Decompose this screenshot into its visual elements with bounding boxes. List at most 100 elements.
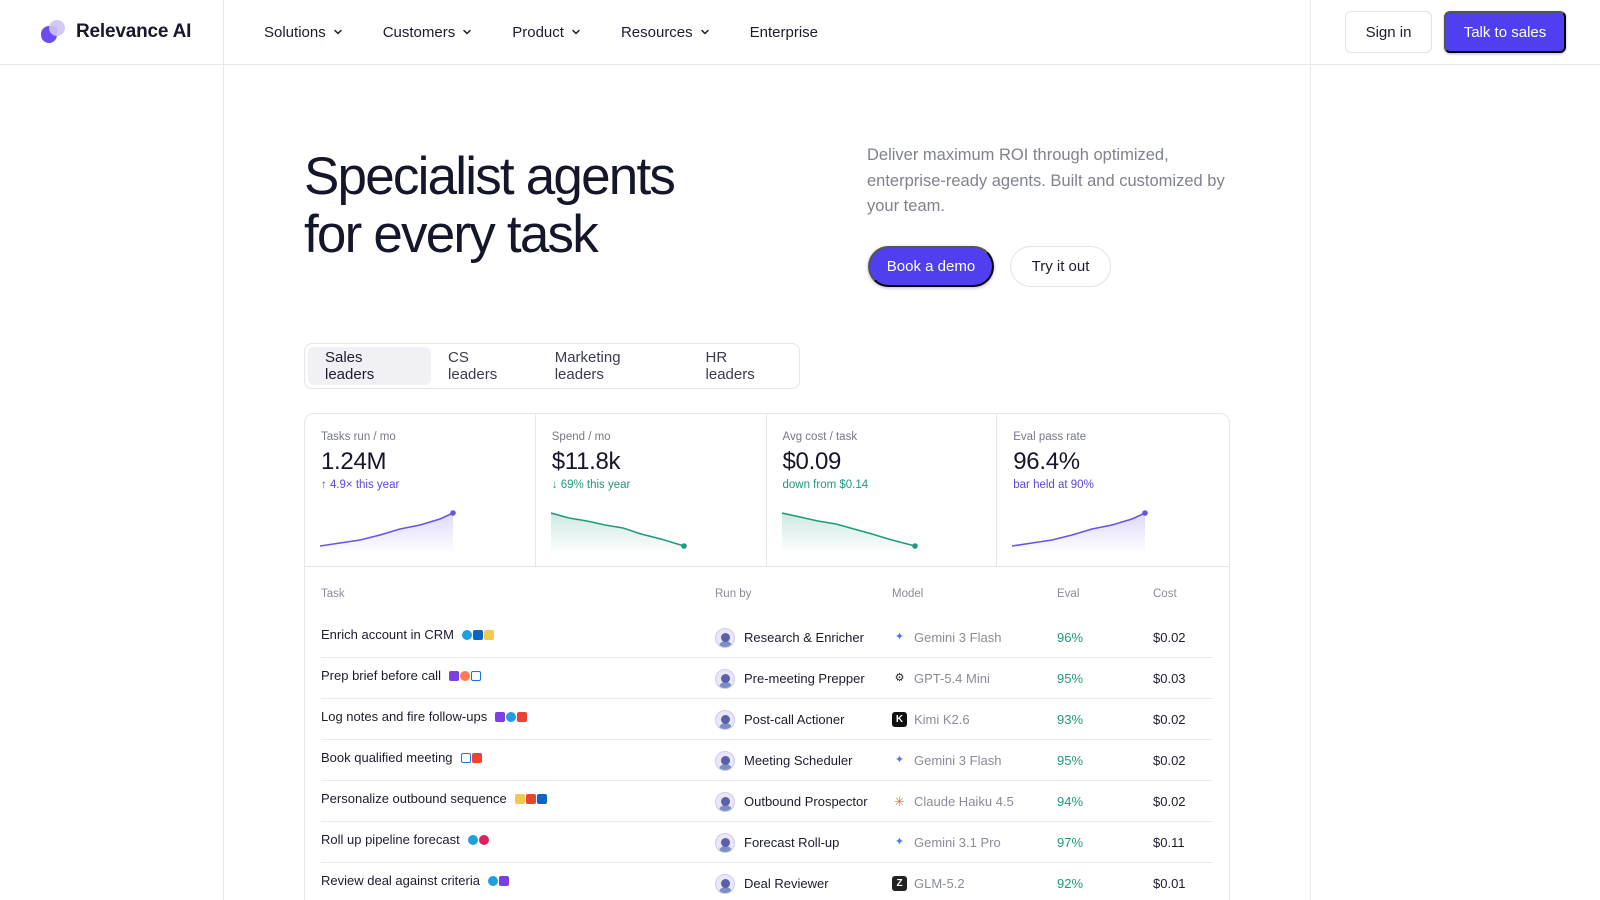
task-cell: Book qualified meeting bbox=[321, 737, 482, 778]
tab-marketing-leaders[interactable]: Marketing leaders bbox=[538, 347, 689, 385]
nav-product[interactable]: Product bbox=[512, 24, 581, 41]
salesforce-icon bbox=[506, 711, 517, 722]
agent-name: Research & Enricher bbox=[744, 630, 864, 645]
task-cell: Enrich account in CRM bbox=[321, 614, 494, 655]
table-row[interactable]: Prep brief before call Pre-meeting Prepp… bbox=[321, 658, 1213, 699]
table-row[interactable]: Review deal against criteria Deal Review… bbox=[321, 863, 1213, 900]
task-cost: $0.03 bbox=[1153, 671, 1186, 686]
metric-eval-pass-rate: Eval pass rate 96.4% bar held at 90% bbox=[997, 414, 1229, 567]
persona-tabs: Sales leaders CS leaders Marketing leade… bbox=[304, 343, 800, 389]
model-cell: ✦ Gemini 3.1 Pro bbox=[892, 822, 1001, 863]
task-cost: $0.02 bbox=[1153, 753, 1186, 768]
agents-dashboard-card: Tasks run / mo 1.24M ↑ 4.9× this year Sp… bbox=[304, 413, 1230, 900]
brand-logo[interactable]: Relevance AI bbox=[41, 19, 191, 45]
metric-delta: down from $0.14 bbox=[782, 479, 869, 491]
frame-line-left bbox=[223, 0, 224, 900]
task-cost: $0.02 bbox=[1153, 712, 1186, 727]
task-cell: Prep brief before call bbox=[321, 655, 481, 696]
chevron-down-icon bbox=[463, 29, 471, 35]
metric-label: Tasks run / mo bbox=[321, 431, 396, 443]
chevron-down-icon bbox=[333, 29, 342, 35]
chevron-down-icon bbox=[572, 29, 580, 35]
gong-icon bbox=[495, 711, 506, 722]
run-by-cell: Meeting Scheduler bbox=[715, 740, 852, 781]
table-row[interactable]: Roll up pipeline forecast Forecast Roll-… bbox=[321, 822, 1213, 863]
metric-value: 1.24M bbox=[321, 448, 387, 475]
nav-enterprise[interactable]: Enterprise bbox=[750, 24, 818, 41]
task-cost: $0.02 bbox=[1153, 794, 1186, 809]
hero-subtitle: Deliver maximum ROI through optimized, e… bbox=[867, 146, 1225, 215]
sparkline-down bbox=[550, 512, 687, 554]
table-row[interactable]: Personalize outbound sequence Outbound P… bbox=[321, 781, 1213, 822]
column-header-run-by: Run by bbox=[715, 588, 752, 600]
metric-value: $0.09 bbox=[782, 448, 842, 475]
sparkline-up bbox=[1012, 510, 1149, 554]
tab-hr-leaders[interactable]: HR leaders bbox=[689, 347, 797, 385]
model-name: Claude Haiku 4.5 bbox=[914, 794, 1014, 809]
metrics-strip: Tasks run / mo 1.24M ↑ 4.9× this year Sp… bbox=[305, 414, 1229, 567]
model-name: GPT-5.4 Mini bbox=[914, 671, 990, 686]
hero-title: Specialist agents for every task bbox=[304, 148, 774, 264]
table-row[interactable]: Book qualified meeting Meeting Scheduler… bbox=[321, 740, 1213, 781]
app-icons bbox=[467, 834, 489, 845]
table-row[interactable]: Enrich account in CRM Research & Enriche… bbox=[321, 617, 1213, 658]
task-name: Personalize outbound sequence bbox=[321, 791, 507, 806]
eval-score: 96% bbox=[1057, 630, 1084, 645]
task-cell: Roll up pipeline forecast bbox=[321, 819, 489, 860]
app-icons bbox=[461, 629, 494, 640]
metric-value: 96.4% bbox=[1013, 448, 1080, 475]
agent-name: Deal Reviewer bbox=[744, 876, 829, 891]
task-cell: Review deal against criteria bbox=[321, 860, 509, 900]
gemini-icon: ✦ bbox=[894, 836, 905, 848]
gemini-icon: ✦ bbox=[894, 754, 905, 766]
column-header-task: Task bbox=[321, 588, 345, 600]
tab-sales-leaders[interactable]: Sales leaders bbox=[308, 347, 432, 385]
metric-label: Avg cost / task bbox=[782, 431, 858, 443]
nav-solutions[interactable]: Solutions bbox=[264, 24, 343, 41]
book-demo-button[interactable]: Book a demo bbox=[868, 246, 994, 287]
top-navigation: Relevance AI Solutions Customers Product… bbox=[0, 0, 1600, 64]
nav-customers[interactable]: Customers bbox=[383, 24, 473, 41]
linkedin-icon bbox=[472, 629, 483, 640]
metric-delta: bar held at 90% bbox=[1013, 479, 1094, 491]
metric-tasks-run: Tasks run / mo 1.24M ↑ 4.9× this year bbox=[305, 414, 536, 567]
table-header: Task Run by Model Eval Cost bbox=[321, 567, 1213, 617]
header-divider bbox=[0, 64, 1600, 65]
gmail-icon bbox=[517, 711, 528, 722]
metric-delta: ↑ 4.9× this year bbox=[321, 479, 400, 491]
agent-avatar bbox=[715, 832, 735, 853]
agent-avatar bbox=[715, 750, 735, 771]
gemini-icon: ✦ bbox=[894, 631, 905, 643]
try-it-out-button[interactable]: Try it out bbox=[1010, 246, 1111, 287]
app-icons bbox=[495, 711, 528, 722]
metric-label: Spend / mo bbox=[551, 431, 611, 443]
agent-name: Pre-meeting Prepper bbox=[744, 671, 865, 686]
hubspot-icon bbox=[459, 670, 470, 681]
task-name: Book qualified meeting bbox=[321, 750, 453, 765]
sparkline-down bbox=[781, 512, 918, 554]
task-name: Review deal against criteria bbox=[321, 873, 480, 888]
run-by-cell: Pre-meeting Prepper bbox=[715, 658, 865, 699]
task-name: Roll up pipeline forecast bbox=[321, 832, 460, 847]
eval-score: 95% bbox=[1057, 671, 1084, 686]
tasks-table: Task Run by Model Eval Cost Enrich accou… bbox=[305, 567, 1229, 900]
tab-cs-leaders[interactable]: CS leaders bbox=[431, 347, 538, 385]
talk-to-sales-button[interactable]: Talk to sales bbox=[1444, 11, 1566, 53]
agent-name: Outbound Prospector bbox=[744, 794, 868, 809]
sign-in-button[interactable]: Sign in bbox=[1345, 11, 1432, 53]
metric-spend: Spend / mo $11.8k ↓ 69% this year bbox=[536, 414, 767, 567]
task-cell: Personalize outbound sequence bbox=[321, 778, 547, 819]
task-name: Enrich account in CRM bbox=[321, 627, 454, 642]
eval-score: 97% bbox=[1057, 835, 1084, 850]
salesforce-icon bbox=[467, 834, 478, 845]
run-by-cell: Outbound Prospector bbox=[715, 781, 868, 822]
table-row[interactable]: Log notes and fire follow-ups Post-call … bbox=[321, 699, 1213, 740]
sparkline-up bbox=[320, 510, 456, 554]
gong-icon bbox=[498, 875, 509, 886]
nav-resources[interactable]: Resources bbox=[621, 24, 710, 41]
agent-name: Meeting Scheduler bbox=[744, 753, 853, 768]
model-cell: ✦ Gemini 3 Flash bbox=[892, 617, 1002, 658]
task-cost: $0.11 bbox=[1153, 835, 1185, 850]
agent-avatar bbox=[715, 627, 735, 648]
brand-name: Relevance AI bbox=[76, 21, 192, 42]
